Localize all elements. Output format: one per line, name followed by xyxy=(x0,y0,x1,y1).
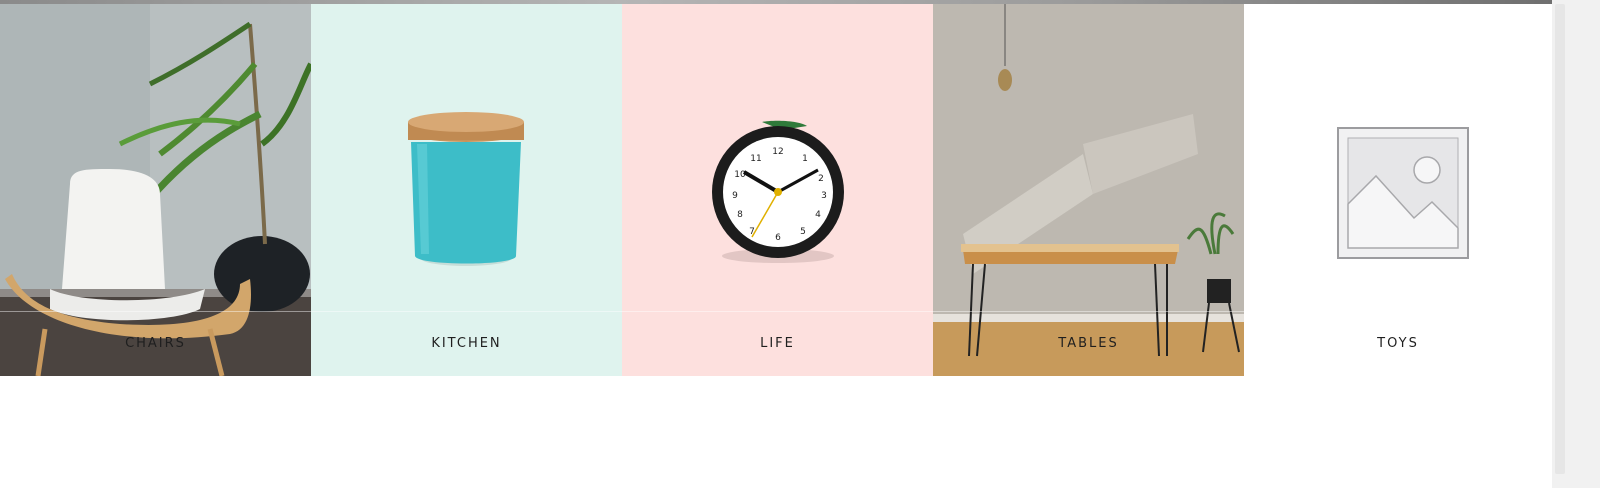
category-tile-tables[interactable]: TABLES xyxy=(933,4,1244,376)
svg-text:11: 11 xyxy=(750,154,761,164)
category-tile-life[interactable]: 12 1 2 3 4 5 6 7 8 9 10 11 LIFE xyxy=(622,4,933,376)
svg-text:5: 5 xyxy=(800,227,806,237)
category-label-toys: TOYS xyxy=(1377,336,1419,351)
alarm-clock-icon: 12 1 2 3 4 5 6 7 8 9 10 11 xyxy=(622,4,933,376)
category-label-chairs: CHAIRS xyxy=(125,336,186,351)
svg-text:9: 9 xyxy=(732,191,738,201)
placeholder-image-icon xyxy=(1244,4,1552,376)
category-label-kitchen: KITCHEN xyxy=(431,336,502,351)
chair-plant-photo xyxy=(0,4,311,376)
svg-text:1: 1 xyxy=(802,154,808,164)
teal-jar-icon xyxy=(311,4,622,376)
svg-text:8: 8 xyxy=(737,210,743,220)
category-grid: CHAIRS KITCHEN 12 1 2 3 4 5 6 7 8 9 10 1… xyxy=(0,4,1552,376)
category-label-tables: TABLES xyxy=(1058,336,1119,351)
svg-text:4: 4 xyxy=(815,210,821,220)
svg-text:12: 12 xyxy=(772,147,783,157)
svg-text:7: 7 xyxy=(749,227,755,237)
svg-text:6: 6 xyxy=(775,233,781,243)
svg-text:3: 3 xyxy=(821,191,827,201)
category-label-life: LIFE xyxy=(760,336,795,351)
wooden-table-photo xyxy=(933,4,1244,376)
scrollbar-thumb[interactable] xyxy=(1555,4,1565,474)
overlay-divider-line xyxy=(0,311,1552,312)
category-tile-chairs[interactable]: CHAIRS xyxy=(0,4,311,376)
category-tile-kitchen[interactable]: KITCHEN xyxy=(311,4,622,376)
svg-text:10: 10 xyxy=(734,170,746,180)
svg-text:2: 2 xyxy=(818,174,824,184)
category-tile-toys[interactable]: TOYS xyxy=(1244,4,1552,376)
vertical-scrollbar[interactable] xyxy=(1552,0,1600,488)
